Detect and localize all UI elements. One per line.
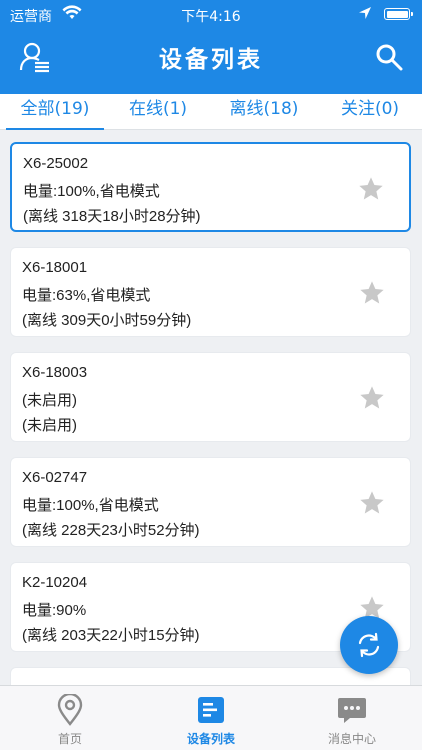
device-card[interactable]: X6-18001 电量:63%,省电模式 (离线 309天0小时59分钟) [10,247,411,337]
device-battery: 电量:100%,省电模式 [22,497,159,514]
status-bar: 运营商 下午4:16 [0,0,422,30]
tab-offline[interactable]: 离线(18) [212,94,316,130]
page-title: 设备列表 [159,47,263,73]
location-arrow-icon [358,6,372,24]
tab-all-label: 全部(19) [20,99,90,119]
filter-tabs: 全部(19) 在线(1) 离线(18) 关注(0) [0,94,422,130]
location-pin-icon [55,692,85,726]
device-id: X6-02747 [22,469,88,486]
device-status: (离线 318天18小时28分钟) [23,208,201,225]
device-battery: (未启用) [22,392,77,409]
tab-online-label: 在线(1) [128,99,188,119]
device-status: (离线 203天22小时15分钟) [22,627,200,644]
device-list-icon [196,694,226,726]
device-battery: 电量:100%,省电模式 [23,183,160,200]
device-card[interactable]: X6-25002 电量:100%,省电模式 (离线 318天18小时28分钟) [10,142,411,232]
header-bar: 运营商 下午4:16 设备列表 [0,0,422,94]
device-id: X6-18003 [22,364,88,381]
device-status: (离线 309天0小时59分钟) [22,312,192,329]
device-id: K2-10204 [22,574,88,591]
tab-followed[interactable]: 关注(0) [322,94,418,130]
device-list[interactable]: X6-25002 电量:100%,省电模式 (离线 318天18小时28分钟) … [0,130,422,685]
device-status: (离线 228天23小时52分钟) [22,522,200,539]
device-status: (未启用) [22,417,77,434]
device-card[interactable] [10,667,411,685]
nav-messages[interactable]: 消息中心 [282,686,422,750]
message-icon [337,694,367,726]
device-battery: 电量:90% [22,602,87,619]
star-icon[interactable] [358,489,386,517]
nav-home[interactable]: 首页 [0,686,140,750]
refresh-button[interactable] [340,616,398,674]
star-icon[interactable] [358,279,386,307]
device-id: X6-18001 [22,259,88,276]
battery-icon [384,8,413,20]
nav-messages-label: 消息中心 [327,732,376,746]
tab-online[interactable]: 在线(1) [110,94,206,130]
star-icon[interactable] [358,384,386,412]
bottom-nav: 首页 设备列表 消息中心 [0,685,422,750]
nav-home-label: 首页 [57,732,82,746]
device-card[interactable]: X6-02747 电量:100%,省电模式 (离线 228天23小时52分钟) [10,457,411,547]
star-icon[interactable] [357,175,385,203]
search-icon[interactable] [374,42,404,72]
tab-followed-label: 关注(0) [340,99,400,119]
device-battery: 电量:63%,省电模式 [22,287,151,304]
nav-device-list-label: 设备列表 [186,732,235,746]
tab-all[interactable]: 全部(19) [6,94,104,130]
device-card[interactable]: X6-18003 (未启用) (未启用) [10,352,411,442]
device-id: X6-25002 [23,155,89,172]
tab-offline-label: 离线(18) [229,99,299,119]
nav-device-list[interactable]: 设备列表 [141,686,281,750]
